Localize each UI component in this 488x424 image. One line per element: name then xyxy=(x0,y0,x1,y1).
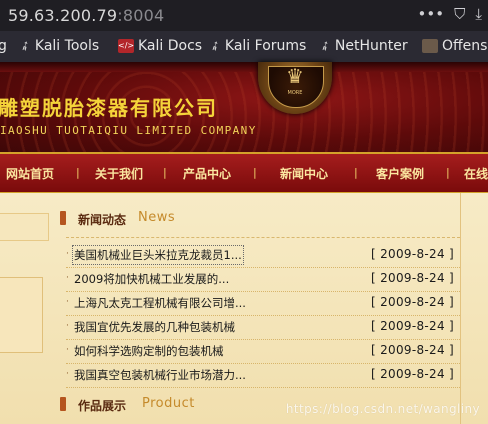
news-item[interactable]: · 我国真空包装机械行业市场潜力... [ 2009-8-24 ] xyxy=(66,363,460,388)
toolbar-icons: ••• ⛉ ⤓ xyxy=(418,5,482,23)
nav-separator: | xyxy=(76,166,80,179)
news-item[interactable]: · 上海凡太克工程机械有限公司增... [ 2009-8-24 ] xyxy=(66,291,460,316)
url-text[interactable]: 59.63.200.79:8004 xyxy=(8,6,164,25)
news-item[interactable]: · 如何科学选购定制的包装机械 [ 2009-8-24 ] xyxy=(66,339,460,364)
offensive-security-icon xyxy=(422,39,438,53)
news-item-date: [ 2009-8-24 ] xyxy=(371,295,454,309)
bookmark-partial[interactable]: g xyxy=(0,38,7,54)
emblem-text: MORE xyxy=(287,90,303,96)
section-marker-icon xyxy=(60,397,66,411)
bookmarks-bar: g ➶ Kali Tools </> Kali Docs ➶ Kali Foru… xyxy=(0,31,488,62)
bookmark-offensive-security[interactable]: Offens xyxy=(422,38,487,54)
news-item[interactable]: · 我国宜优先发展的几种包装机械 [ 2009-8-24 ] xyxy=(66,315,460,340)
left-panel xyxy=(0,213,56,413)
divider xyxy=(66,237,460,238)
news-item-title[interactable]: 2009将加快机械工业发展的... xyxy=(74,271,229,287)
watermark: https://blog.csdn.net/wangliny xyxy=(285,402,480,416)
bookmark-nethunter[interactable]: ➶ NetHunter xyxy=(316,36,408,56)
kali-dragon-icon: ➶ xyxy=(316,36,334,56)
banner-top-band xyxy=(0,62,488,72)
nav-about[interactable]: 关于我们 xyxy=(95,165,143,182)
bullet-icon: · xyxy=(66,345,69,355)
nav-news[interactable]: 新闻中心 xyxy=(280,165,328,182)
products-title-en: Product xyxy=(142,396,195,411)
products-title-cn: 作品展示 xyxy=(78,399,127,413)
more-icon[interactable]: ••• xyxy=(418,5,445,23)
kali-dragon-icon: ➶ xyxy=(16,36,34,56)
content-area: 新闻动态 News · 美国机械业巨头米拉克龙裁员1... [ 2009-8-2… xyxy=(0,193,488,424)
news-item[interactable]: · 美国机械业巨头米拉克龙裁员1... [ 2009-8-24 ] xyxy=(66,243,460,268)
news-item-date: [ 2009-8-24 ] xyxy=(371,247,454,261)
nav-cases[interactable]: 客户案例 xyxy=(376,165,424,182)
left-frame-top xyxy=(0,213,49,241)
bullet-icon: · xyxy=(66,321,69,331)
bullet-icon: · xyxy=(66,249,69,259)
nav-online[interactable]: 在线 xyxy=(464,165,488,182)
left-image-frame xyxy=(0,277,43,353)
pocket-icon[interactable]: ⛉ xyxy=(454,5,465,23)
news-item-date: [ 2009-8-24 ] xyxy=(371,319,454,333)
right-border xyxy=(460,193,461,424)
news-title-en: News xyxy=(138,210,176,225)
news-item-title[interactable]: 我国真空包装机械行业市场潜力... xyxy=(74,367,246,383)
nav-separator: | xyxy=(354,166,358,179)
nav-home[interactable]: 网站首页 xyxy=(6,165,54,182)
news-item-date: [ 2009-8-24 ] xyxy=(371,367,454,381)
news-item-date: [ 2009-8-24 ] xyxy=(371,343,454,357)
news-item-title[interactable]: 美国机械业巨头米拉克龙裁员1... xyxy=(72,245,244,265)
news-item[interactable]: · 2009将加快机械工业发展的... [ 2009-8-24 ] xyxy=(66,267,460,292)
crown-icon: ♛ xyxy=(286,64,304,88)
bookmark-kali-forums[interactable]: ➶ Kali Forums xyxy=(206,36,306,56)
bookmark-kali-tools[interactable]: ➶ Kali Tools xyxy=(16,36,99,56)
bullet-icon: · xyxy=(66,369,69,379)
news-item-title[interactable]: 如何科学选购定制的包装机械 xyxy=(74,343,224,359)
company-name-en: IAOSHU TUOTAIQIU LIMITED COMPANY xyxy=(0,124,257,137)
news-item-title[interactable]: 上海凡太克工程机械有限公司增... xyxy=(74,295,246,311)
url-bar[interactable]: 59.63.200.79:8004 ••• ⛉ ⤓ xyxy=(0,0,488,31)
nav-separator: | xyxy=(163,166,167,179)
news-header: 新闻动态 News xyxy=(60,207,460,229)
bullet-icon: · xyxy=(66,273,69,283)
kali-dragon-icon: ➶ xyxy=(206,36,224,56)
nav-separator: | xyxy=(446,166,450,179)
section-marker-icon xyxy=(60,211,66,225)
news-title-cn: 新闻动态 xyxy=(78,213,127,227)
bullet-icon: · xyxy=(66,297,69,307)
company-name-cn: 雕塑脱胎漆器有限公司 xyxy=(0,96,218,120)
nav-separator: | xyxy=(253,166,257,179)
kali-docs-icon: </> xyxy=(118,39,134,53)
main-nav: 网站首页 | 关于我们 | 产品中心 | 新闻中心 | 客户案例 | 在线 xyxy=(0,152,488,195)
nav-products[interactable]: 产品中心 xyxy=(183,165,231,182)
download-icon[interactable]: ⤓ xyxy=(475,5,482,23)
news-item-date: [ 2009-8-24 ] xyxy=(371,271,454,285)
bookmark-kali-docs[interactable]: </> Kali Docs xyxy=(118,38,202,54)
site-banner: 雕塑脱胎漆器有限公司 IAOSHU TUOTAIQIU LIMITED COMP… xyxy=(0,62,488,152)
news-item-title[interactable]: 我国宜优先发展的几种包装机械 xyxy=(74,319,235,335)
